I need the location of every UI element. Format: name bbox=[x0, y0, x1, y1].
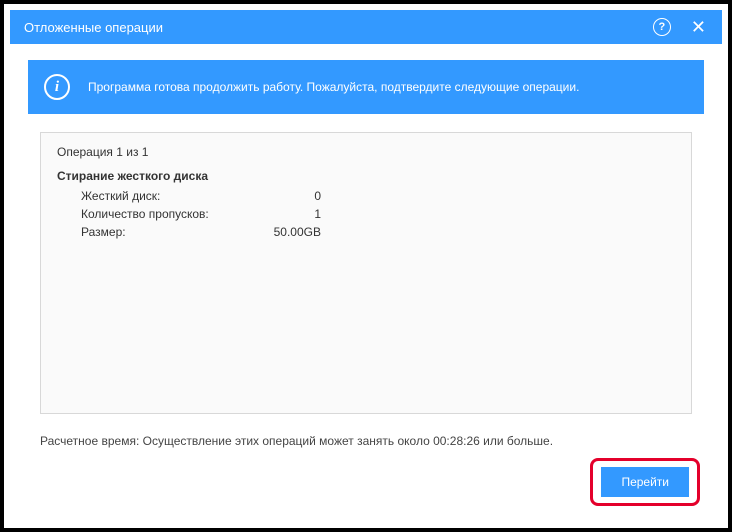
detail-row-size: Размер: 50.00GB bbox=[81, 223, 675, 241]
titlebar: Отложенные операции ? ✕ bbox=[10, 10, 722, 44]
help-icon[interactable]: ? bbox=[653, 18, 671, 36]
passes-label: Количество пропусков: bbox=[81, 205, 241, 223]
operation-counter: Операция 1 из 1 bbox=[57, 145, 675, 159]
operation-details: Жесткий диск: 0 Количество пропусков: 1 … bbox=[57, 187, 675, 241]
passes-value: 1 bbox=[241, 205, 321, 223]
info-message: Программа готова продолжить работу. Пожа… bbox=[88, 80, 579, 94]
window-title: Отложенные операции bbox=[24, 20, 653, 35]
info-banner: i Программа готова продолжить работу. По… bbox=[28, 60, 704, 114]
detail-row-disk: Жесткий диск: 0 bbox=[81, 187, 675, 205]
detail-row-passes: Количество пропусков: 1 bbox=[81, 205, 675, 223]
operation-title: Стирание жесткого диска bbox=[57, 169, 675, 183]
disk-value: 0 bbox=[241, 187, 321, 205]
size-value: 50.00GB bbox=[241, 223, 321, 241]
proceed-button[interactable]: Перейти bbox=[601, 467, 689, 497]
info-icon: i bbox=[44, 74, 70, 100]
dialog-window: Отложенные операции ? ✕ i Программа гото… bbox=[10, 10, 722, 522]
disk-label: Жесткий диск: bbox=[81, 187, 241, 205]
highlight-annotation: Перейти bbox=[590, 458, 700, 506]
button-row: Перейти bbox=[590, 458, 700, 506]
estimated-time: Расчетное время: Осуществление этих опер… bbox=[40, 434, 692, 448]
size-label: Размер: bbox=[81, 223, 241, 241]
screenshot-frame: Отложенные операции ? ✕ i Программа гото… bbox=[0, 0, 732, 532]
close-icon[interactable]: ✕ bbox=[687, 18, 710, 36]
operations-panel: Операция 1 из 1 Стирание жесткого диска … bbox=[40, 132, 692, 414]
